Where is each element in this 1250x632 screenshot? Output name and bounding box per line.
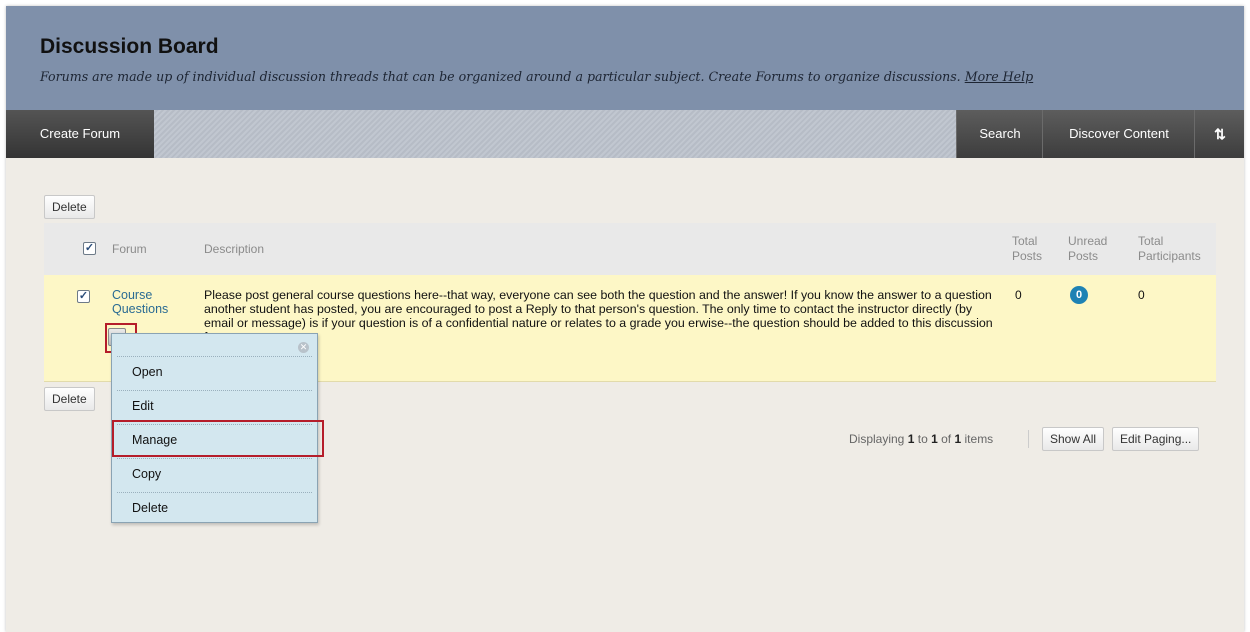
context-menu: ✕ Open Edit Manage Copy Delete <box>111 333 318 523</box>
paging-to-word: to <box>917 432 928 446</box>
menu-item-delete[interactable]: Delete <box>117 492 312 526</box>
subtitle-text: Forums are made up of individual discuss… <box>40 69 961 84</box>
column-forum[interactable]: Forum <box>112 242 147 257</box>
paging-divider <box>1028 430 1029 448</box>
edit-paging-button[interactable]: Edit Paging... <box>1112 427 1200 451</box>
search-button[interactable]: Search <box>956 110 1043 158</box>
close-icon[interactable]: ✕ <box>298 342 309 353</box>
sort-icon[interactable]: ⇅ <box>1194 110 1244 158</box>
table-header: ✓ Forum Description Total Posts Unread P… <box>44 223 1216 275</box>
page-header: Discussion Board Forums are made up of i… <box>6 6 1244 110</box>
column-total-posts[interactable]: Total Posts <box>1012 234 1057 264</box>
row-checkbox[interactable]: ✓ <box>77 290 90 303</box>
show-all-button[interactable]: Show All <box>1042 427 1105 451</box>
menu-item-open[interactable]: Open <box>117 356 312 390</box>
menu-item-copy[interactable]: Copy <box>117 458 312 492</box>
column-unread-posts[interactable]: Unread Posts <box>1068 234 1118 264</box>
page-frame: Discussion Board Forums are made up of i… <box>6 6 1244 632</box>
menu-item-label: Open <box>132 365 163 379</box>
paging-suffix: items <box>964 432 994 446</box>
paging-total: 1 <box>954 432 962 446</box>
action-bar: Create Forum Search Discover Content ⇅ <box>6 110 1244 158</box>
paging-summary: Displaying 1 to 1 of 1 items <box>849 432 993 446</box>
delete-button-top[interactable]: Delete <box>44 195 95 219</box>
more-help-link[interactable]: More Help <box>965 69 1033 84</box>
unread-posts-badge[interactable]: 0 <box>1070 286 1088 304</box>
menu-item-label: Edit <box>132 399 154 413</box>
page-title: Discussion Board <box>40 35 219 58</box>
column-description: Description <box>204 242 265 256</box>
column-total-participants[interactable]: Total Participants <box>1138 234 1218 264</box>
total-posts-value: 0 <box>1015 288 1022 302</box>
menu-item-edit[interactable]: Edit <box>117 390 312 424</box>
menu-item-label: Manage <box>132 433 178 447</box>
forum-link[interactable]: Course Questions <box>112 288 182 316</box>
delete-button-bottom[interactable]: Delete <box>44 387 95 411</box>
menu-item-label: Copy <box>132 467 162 481</box>
paging-of-word: of <box>941 432 952 446</box>
menu-item-manage[interactable]: Manage <box>117 424 312 458</box>
select-all-checkbox[interactable]: ✓ <box>83 242 96 255</box>
paging-prefix: Displaying <box>849 432 905 446</box>
paging-to: 1 <box>931 432 938 446</box>
total-participants-value: 0 <box>1138 288 1145 302</box>
create-forum-button[interactable]: Create Forum <box>6 110 154 158</box>
forum-description: Please post general course questions her… <box>204 288 993 344</box>
page-subtitle: Forums are made up of individual discuss… <box>40 69 1033 84</box>
paging-from: 1 <box>907 432 915 446</box>
menu-item-label: Delete <box>132 501 169 515</box>
discover-content-button[interactable]: Discover Content <box>1042 110 1195 158</box>
